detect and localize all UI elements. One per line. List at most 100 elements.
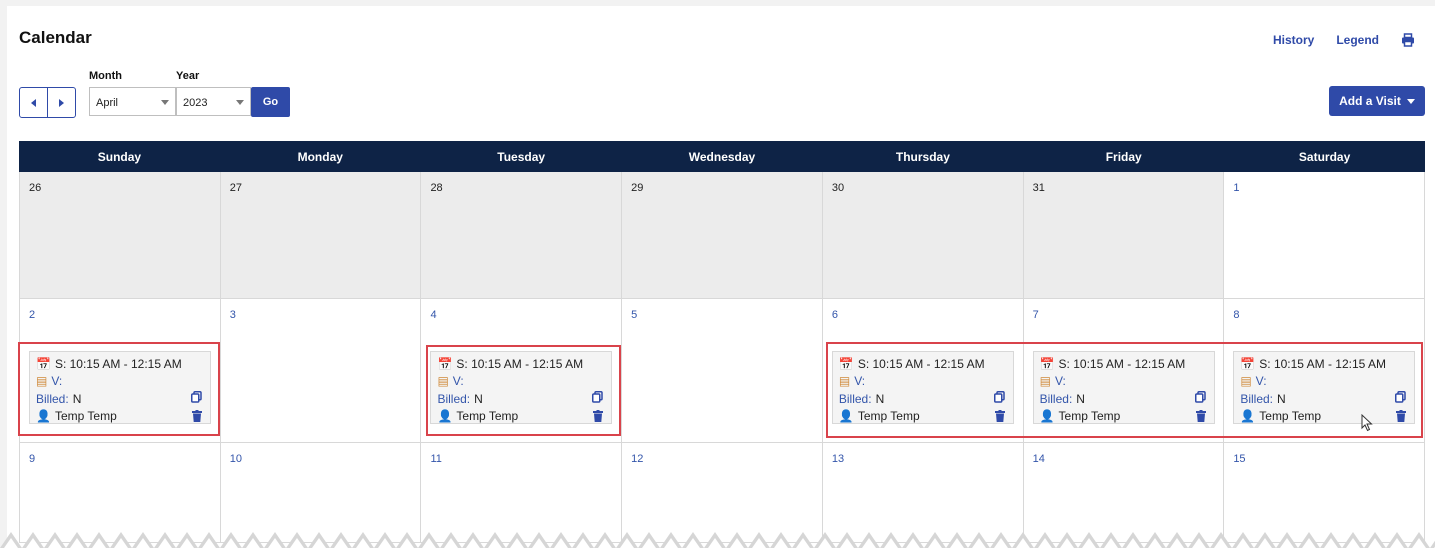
- torn-edge-decoration: [0, 528, 1435, 548]
- chevron-left-icon: [31, 98, 36, 107]
- legend-link[interactable]: Legend: [1336, 33, 1379, 47]
- visit-v-label: V:: [1255, 374, 1267, 388]
- week-row: 26 27 28 29 30 31 1: [19, 172, 1426, 299]
- month-label: Month: [89, 70, 122, 82]
- day-cell[interactable]: 31: [1023, 172, 1225, 299]
- chevron-down-icon: [161, 100, 169, 105]
- day-number: 31: [1032, 182, 1045, 194]
- day-number: 26: [29, 182, 42, 194]
- day-number: 6: [831, 309, 838, 321]
- copy-icon[interactable]: [592, 391, 604, 406]
- go-button[interactable]: Go: [251, 87, 290, 117]
- calendar-icon: 📅: [1240, 357, 1256, 371]
- visit-time: S: 10:15 AM - 12:15 AM: [54, 357, 182, 371]
- weekday-friday: Friday: [1105, 149, 1142, 164]
- copy-icon[interactable]: [1395, 391, 1407, 406]
- day-cell[interactable]: 7 📅 S: 10:15 AM - 12:15 AM ▤ V: Billed: N 👤…: [1023, 299, 1225, 443]
- billed-label: Billed:: [1039, 392, 1073, 406]
- trash-icon[interactable]: [1396, 410, 1407, 425]
- copy-icon[interactable]: [993, 391, 1005, 406]
- visit-time: S: 10:15 AM - 12:15 AM: [857, 357, 985, 371]
- day-number: 28: [430, 182, 443, 194]
- visit-card[interactable]: 📅 S: 10:15 AM - 12:15 AM ▤ V: Billed: N 👤 Te…: [1032, 351, 1215, 425]
- top-links: History Legend: [1273, 33, 1415, 47]
- day-cell[interactable]: 28: [421, 172, 623, 299]
- trash-icon[interactable]: [994, 410, 1005, 425]
- day-number: 9: [29, 453, 36, 465]
- visit-icon: ▤: [36, 374, 48, 388]
- day-number: 3: [229, 309, 236, 321]
- billed-value: N: [875, 392, 885, 406]
- day-cell[interactable]: 3: [220, 299, 422, 443]
- printer-icon[interactable]: [1401, 33, 1415, 47]
- visit-icon: ▤: [1240, 374, 1252, 388]
- day-number: 27: [229, 182, 242, 194]
- copy-icon[interactable]: [1194, 391, 1206, 406]
- visit-icon: ▤: [1039, 374, 1051, 388]
- next-month-button[interactable]: [47, 88, 75, 117]
- mouse-cursor-icon: [1361, 414, 1373, 432]
- billed-label: Billed:: [1240, 392, 1273, 406]
- day-number: 5: [631, 309, 638, 321]
- weekday-saturday: Saturday: [1298, 149, 1351, 164]
- visit-card[interactable]: 📅 S: 10:15 AM - 12:15 AM ▤ V: Billed: N 👤 Te…: [831, 351, 1014, 425]
- prev-month-button[interactable]: [20, 88, 47, 117]
- day-cell[interactable]: 5: [622, 299, 823, 443]
- year-select-value: 2023: [183, 97, 208, 109]
- day-number: 8: [1233, 309, 1240, 321]
- day-cell[interactable]: 2 📅 S: 10:15 AM - 12:15 AM ▤ V: Billed: N 👤…: [20, 299, 221, 443]
- billed-value: N: [1277, 392, 1286, 406]
- day-number: 29: [631, 182, 644, 194]
- day-cell[interactable]: 1: [1224, 172, 1426, 299]
- visit-card[interactable]: 📅 S: 10:15 AM - 12:15 AM ▤ V: Billed: N 👤 Te…: [29, 351, 211, 424]
- visit-person: Temp Temp: [54, 409, 117, 423]
- day-cell[interactable]: 26: [20, 172, 221, 299]
- visit-card[interactable]: 📅 S: 10:15 AM - 12:15 AM ▤ V: Billed: N 👤 Te…: [430, 351, 613, 425]
- history-link[interactable]: History: [1273, 33, 1314, 47]
- weekday-wednesday: Wednesday: [688, 149, 756, 164]
- day-number: 7: [1032, 309, 1039, 321]
- day-number: 12: [631, 453, 644, 465]
- trash-icon[interactable]: [192, 410, 202, 425]
- day-cell[interactable]: 8 📅 S: 10:15 AM - 12:15 AM ▤ V: Billed: N 👤…: [1224, 299, 1426, 443]
- billed-label: Billed:: [838, 392, 872, 406]
- weekday-tuesday: Tuesday: [497, 149, 546, 164]
- visit-person: Temp Temp: [1058, 409, 1121, 423]
- visit-v-label: V:: [1054, 374, 1066, 388]
- day-number: 10: [229, 453, 242, 465]
- add-visit-label: Add a Visit: [1339, 94, 1401, 108]
- calendar-icon: 📅: [1039, 357, 1055, 371]
- visit-v-label: V:: [854, 374, 866, 388]
- day-cell[interactable]: 29: [622, 172, 823, 299]
- billed-value: N: [72, 392, 82, 406]
- person-icon: 👤: [437, 409, 453, 423]
- day-number: 11: [430, 453, 442, 465]
- year-label: Year: [176, 70, 200, 82]
- add-visit-button[interactable]: Add a Visit: [1329, 86, 1425, 116]
- chevron-down-icon: [1406, 98, 1415, 104]
- person-icon: 👤: [36, 409, 51, 423]
- weekday-monday: Monday: [297, 149, 343, 164]
- calendar-icon: 📅: [838, 357, 854, 371]
- day-number: 4: [430, 309, 437, 321]
- billed-value: N: [1076, 392, 1085, 406]
- trash-icon[interactable]: [1195, 410, 1206, 425]
- visit-time: S: 10:15 AM - 12:15 AM: [1058, 357, 1186, 371]
- page-title: Calendar: [19, 28, 92, 47]
- day-number: 2: [29, 309, 36, 321]
- year-select[interactable]: 2023: [176, 87, 251, 116]
- weekday-header: Sunday Monday Tuesday Wednesday Thursday…: [19, 141, 1425, 172]
- day-cell[interactable]: 4 📅 S: 10:15 AM - 12:15 AM ▤ V: Billed: N 👤…: [421, 299, 623, 443]
- day-cell[interactable]: 6 📅 S: 10:15 AM - 12:15 AM ▤ V: Billed: N 👤…: [822, 299, 1024, 443]
- day-cell[interactable]: 30: [822, 172, 1024, 299]
- trash-icon[interactable]: [593, 410, 604, 425]
- weekday-thursday: Thursday: [895, 149, 950, 164]
- calendar-icon: 📅: [437, 357, 453, 371]
- calendar-grid: Sunday Monday Tuesday Wednesday Thursday…: [19, 141, 1426, 543]
- day-cell[interactable]: 27: [220, 172, 422, 299]
- visit-card[interactable]: 📅 S: 10:15 AM - 12:15 AM ▤ V: Billed: N 👤 Te…: [1233, 351, 1416, 425]
- week-row: 2 📅 S: 10:15 AM - 12:15 AM ▤ V: Billed: N 👤…: [19, 299, 1426, 443]
- month-select[interactable]: April: [89, 87, 176, 116]
- copy-icon[interactable]: [191, 391, 202, 406]
- person-icon: 👤: [1039, 409, 1055, 423]
